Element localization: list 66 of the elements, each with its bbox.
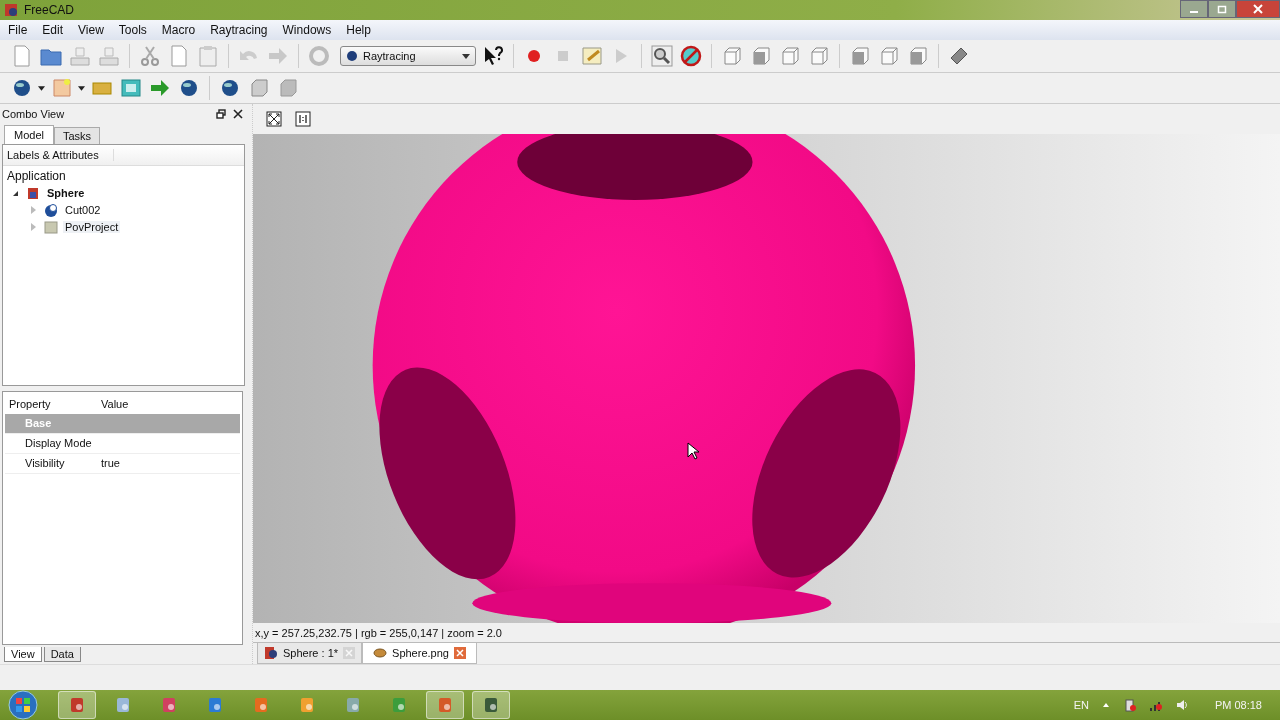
- save-as-icon[interactable]: [97, 44, 121, 68]
- tab[interactable]: Tasks: [53, 126, 101, 144]
- minimize-button[interactable]: [1180, 0, 1208, 18]
- refresh-icon[interactable]: [307, 44, 331, 68]
- cut-icon[interactable]: [138, 44, 162, 68]
- menu-item[interactable]: Windows: [282, 23, 341, 37]
- taskbar-button[interactable]: [472, 691, 510, 719]
- start-button[interactable]: [8, 690, 38, 720]
- fit-view-icon[interactable]: [266, 110, 282, 127]
- tree-item[interactable]: PovProject: [63, 221, 121, 234]
- tab-label: Sphere.png: [392, 647, 449, 660]
- draw-style-icon[interactable]: [679, 44, 703, 68]
- tab-label: Sphere : 1*: [283, 647, 339, 660]
- volume-icon[interactable]: [1174, 698, 1189, 712]
- document-tab[interactable]: Sphere.png: [362, 643, 477, 664]
- cursor-icon: [687, 441, 699, 460]
- tab[interactable]: View: [4, 647, 42, 662]
- tree-item[interactable]: Application: [3, 165, 244, 185]
- undock-icon[interactable]: [216, 108, 226, 119]
- menu-item[interactable]: Macro: [161, 23, 205, 37]
- close-icon: [1253, 4, 1263, 14]
- property-name: Visibility: [24, 457, 66, 470]
- caret-icon[interactable]: [38, 85, 45, 91]
- battery-icon[interactable]: [1122, 698, 1137, 712]
- save-icon[interactable]: [68, 44, 92, 68]
- zoom-fit-icon[interactable]: [650, 44, 674, 68]
- tree-item[interactable]: Sphere: [45, 187, 87, 200]
- tree-item[interactable]: Cut002: [63, 204, 103, 217]
- menu-item[interactable]: Tools: [118, 23, 156, 37]
- column-header: Labels & Attributes: [3, 148, 114, 161]
- column-header: Value: [100, 397, 129, 410]
- paste-icon[interactable]: [196, 44, 220, 68]
- image-icon: [373, 646, 388, 661]
- taskbar-button[interactable]: [58, 691, 96, 719]
- property-name: Display Mode: [24, 437, 93, 450]
- document-tab[interactable]: Sphere : 1*: [257, 643, 363, 664]
- workbench-dropdown[interactable]: Raytracing: [340, 46, 476, 66]
- screen-icon[interactable]: [119, 76, 143, 100]
- tab[interactable]: Model: [4, 124, 54, 144]
- close-button[interactable]: [1236, 0, 1280, 18]
- sphere-icon: [346, 50, 358, 62]
- expand-arrow-icon[interactable]: [13, 190, 18, 196]
- menu-item[interactable]: Edit: [42, 23, 73, 37]
- taskbar-button[interactable]: [426, 691, 464, 719]
- panel-title: Combo View: [2, 107, 66, 120]
- menu-item[interactable]: Help: [346, 23, 380, 37]
- tab[interactable]: Data: [43, 647, 81, 662]
- caret-icon: [462, 53, 470, 59]
- folder-icon: [44, 220, 58, 235]
- minimize-icon: [1190, 11, 1198, 13]
- maximize-button[interactable]: [1208, 0, 1236, 18]
- menu-item[interactable]: Raytracing: [210, 23, 277, 37]
- actual-size-icon[interactable]: [295, 110, 311, 127]
- property-name: Base: [24, 417, 53, 430]
- app-icon: [4, 3, 18, 17]
- status-text: x,y = 257.25,232.75 | rgb = 255,0,147 | zoom = 2.0: [254, 625, 503, 641]
- document-icon: [26, 186, 40, 201]
- caret-icon[interactable]: [78, 85, 85, 91]
- close-icon[interactable]: [233, 108, 243, 119]
- solid-icon: [44, 203, 58, 218]
- menu-item[interactable]: File: [8, 23, 37, 37]
- maximize-icon: [1217, 4, 1227, 14]
- menu-item[interactable]: View: [78, 23, 113, 37]
- property-value[interactable]: true: [99, 457, 120, 470]
- window-title: FreeCAD: [24, 3, 74, 17]
- column-header: Property: [8, 397, 52, 410]
